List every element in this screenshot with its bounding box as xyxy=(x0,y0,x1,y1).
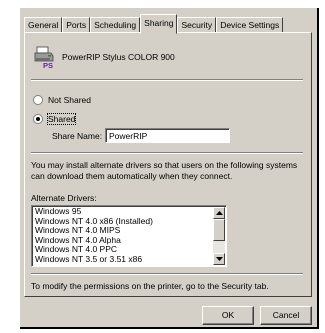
vertical-scrollbar[interactable] xyxy=(213,207,225,265)
cancel-button[interactable]: Cancel xyxy=(260,306,312,325)
tab-scheduling[interactable]: Scheduling xyxy=(90,17,141,33)
sharing-panel: PS PowerRIP Stylus COLOR 900 Not Shared … xyxy=(24,32,312,297)
tab-sharing[interactable]: Sharing xyxy=(140,14,178,34)
list-item[interactable]: Windows NT 3.5 or 3.51 x86 xyxy=(32,254,226,265)
tab-device-settings[interactable]: Device Settings xyxy=(216,17,284,33)
tab-security[interactable]: Security xyxy=(177,17,217,33)
printer-share-icon: PS xyxy=(34,45,56,70)
scroll-thumb[interactable] xyxy=(213,219,225,241)
ok-button[interactable]: OK xyxy=(202,306,254,325)
arrow-up-icon xyxy=(216,211,223,215)
tab-strip: General Ports Scheduling Sharing Securit… xyxy=(24,14,284,34)
tab-ports[interactable]: Ports xyxy=(62,17,91,33)
svg-text:PS: PS xyxy=(43,61,53,69)
separator xyxy=(31,152,303,154)
drivers-info-text: You may install alternate drivers so tha… xyxy=(31,160,298,181)
scroll-up-button[interactable] xyxy=(213,207,225,219)
printer-name: PowerRIP Stylus COLOR 900 xyxy=(62,52,175,62)
shared-label[interactable]: Shared xyxy=(46,113,77,125)
not-shared-label[interactable]: Not Shared xyxy=(48,95,91,105)
printer-properties-dialog: General Ports Scheduling Sharing Securit… xyxy=(20,8,319,329)
share-name-input[interactable]: PowerRIP xyxy=(105,128,230,143)
alternate-drivers-label: Alternate Drivers: xyxy=(31,193,97,203)
tab-general[interactable]: General xyxy=(24,17,63,33)
share-name-label: Share Name: xyxy=(52,131,103,141)
permissions-note: To modify the permissions on the printer… xyxy=(31,281,269,291)
alternate-drivers-list[interactable]: Windows 95 Windows NT 4.0 x86 (Installed… xyxy=(31,205,227,267)
shared-radio[interactable] xyxy=(33,114,43,124)
separator xyxy=(31,79,303,81)
scroll-down-button[interactable] xyxy=(213,253,225,265)
separator xyxy=(31,273,303,275)
not-shared-radio[interactable] xyxy=(33,95,43,105)
arrow-down-icon xyxy=(216,257,223,261)
